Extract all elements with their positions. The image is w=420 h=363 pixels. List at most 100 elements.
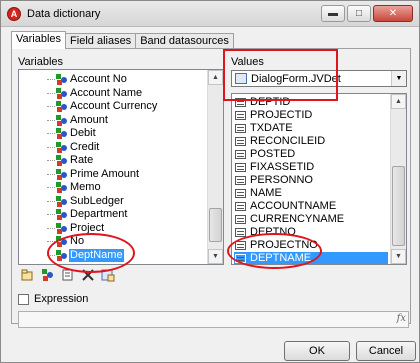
data-dictionary-window: A Data dictionary ▬ □ ✕ Variables Field … <box>0 0 420 363</box>
field-list-item[interactable]: FIXASSETID <box>234 161 388 174</box>
tree-connector <box>47 92 55 94</box>
field-list-item[interactable]: CURRENCYNAME <box>234 213 388 226</box>
variable-item[interactable]: Account Currency <box>19 100 205 113</box>
field-list-item[interactable]: PERSONNO <box>234 174 388 187</box>
tab-band-datasources[interactable]: Band datasources <box>135 33 234 49</box>
variable-item[interactable]: Department <box>19 208 205 221</box>
field-item-label: POSTED <box>250 148 296 160</box>
table-field-icon <box>235 111 246 120</box>
tree-connector <box>47 187 55 188</box>
field-list-item[interactable]: POSTED <box>234 148 388 161</box>
deptname-variable-highlight <box>47 233 135 273</box>
table-field-icon <box>235 202 246 211</box>
tree-connector <box>47 106 55 107</box>
variable-item[interactable]: Credit <box>19 141 205 154</box>
variable-item-label: Department <box>70 208 128 220</box>
tree-connector <box>47 160 55 161</box>
title-bar[interactable]: A Data dictionary ▬ □ ✕ <box>1 1 419 27</box>
field-list-item[interactable]: ACCOUNTNAME <box>234 200 388 213</box>
scroll-down-arrow-icon[interactable]: ▼ <box>208 249 223 264</box>
variable-icon <box>56 141 68 153</box>
variable-item[interactable]: Rate <box>19 154 205 167</box>
scroll-down-arrow-icon[interactable]: ▼ <box>391 249 406 264</box>
field-item-label: PROJECTID <box>250 109 313 121</box>
field-list-item[interactable]: TXDATE <box>234 122 388 135</box>
expression-checkbox[interactable] <box>18 294 29 305</box>
field-list-item[interactable]: NAME <box>234 187 388 200</box>
table-field-icon <box>235 215 246 224</box>
tree-connector <box>47 227 55 229</box>
field-item-label: RECONCILEID <box>250 135 326 147</box>
cancel-button[interactable]: Cancel <box>356 341 416 361</box>
table-field-icon <box>235 176 246 185</box>
variable-item[interactable]: Debit <box>19 127 205 140</box>
field-item-label: TXDATE <box>250 122 293 134</box>
table-field-icon <box>235 228 246 237</box>
scroll-up-arrow-icon[interactable]: ▲ <box>208 70 223 85</box>
table-field-icon <box>235 163 246 172</box>
variable-item[interactable]: Prime Amount <box>19 168 205 181</box>
variable-item-label: SubLedger <box>70 194 124 207</box>
table-field-icon <box>235 124 246 133</box>
variable-item[interactable]: Account Name <box>19 87 205 100</box>
variable-icon <box>56 182 68 193</box>
variable-item-label: Amount <box>70 113 108 126</box>
field-item-label: NAME <box>250 187 282 199</box>
variables-tree[interactable]: Account No Account Name Account Currency Am… <box>18 69 224 265</box>
maximize-button[interactable]: □ <box>347 5 371 22</box>
variables-label: Variables <box>18 56 64 68</box>
tab-variables[interactable]: Variables <box>11 31 67 49</box>
table-field-icon <box>235 150 246 159</box>
scroll-thumb[interactable] <box>209 208 222 242</box>
variables-scrollbar[interactable]: ▲ ▼ <box>207 70 223 264</box>
scroll-up-arrow-icon[interactable]: ▲ <box>391 94 406 109</box>
variable-icon <box>56 209 68 220</box>
variable-item-label: Memo <box>70 181 101 193</box>
values-scrollbar[interactable]: ▲ ▼ <box>390 94 406 264</box>
variable-icon <box>56 128 68 139</box>
fx-icon[interactable]: fx <box>397 313 406 324</box>
variable-item-label: Prime Amount <box>70 167 140 180</box>
table-field-icon <box>235 137 246 146</box>
chevron-down-icon[interactable]: ▼ <box>391 71 406 86</box>
tree-connector <box>47 173 55 175</box>
new-category-icon[interactable] <box>21 268 35 282</box>
variable-icon <box>56 114 68 126</box>
variable-icon <box>56 222 68 234</box>
expression-label: Expression <box>34 293 89 305</box>
app-icon: A <box>7 7 21 21</box>
variable-icon <box>56 155 68 166</box>
field-list-item[interactable]: PROJECTID <box>234 109 388 122</box>
window-title: Data dictionary <box>27 8 101 20</box>
tree-connector <box>47 200 55 202</box>
tree-connector <box>47 133 55 134</box>
deptname-field-highlight <box>227 233 322 269</box>
variable-item[interactable]: SubLedger <box>19 195 205 208</box>
expression-field[interactable]: fx <box>18 311 409 328</box>
field-item-label: FIXASSETID <box>250 161 315 173</box>
close-button[interactable]: ✕ <box>373 5 413 22</box>
tree-connector <box>47 119 55 121</box>
variable-item[interactable]: Account No <box>19 73 205 86</box>
field-list-item[interactable]: RECONCILEID <box>234 135 388 148</box>
minimize-button[interactable]: ▬ <box>321 5 345 22</box>
variable-icon <box>56 168 68 180</box>
variable-item-label: Credit <box>70 140 100 153</box>
variable-icon <box>56 195 68 207</box>
ok-button[interactable]: OK <box>284 341 350 361</box>
variable-item[interactable]: Memo <box>19 181 205 194</box>
tab-strip: Variables Field aliases Band datasources <box>11 31 234 49</box>
values-highlight-box <box>223 49 338 101</box>
scroll-thumb[interactable] <box>392 166 405 246</box>
tree-connector <box>47 146 55 148</box>
table-field-icon <box>235 189 246 198</box>
tree-connector <box>47 79 55 80</box>
variable-item[interactable]: Project <box>19 222 205 235</box>
variable-item[interactable]: Amount <box>19 114 205 127</box>
new-variable-icon[interactable] <box>41 268 55 282</box>
tab-field-aliases[interactable]: Field aliases <box>65 33 137 49</box>
variable-item-label: Rate <box>70 154 94 166</box>
variable-item-label: Account No <box>70 73 127 85</box>
tree-connector <box>47 214 55 215</box>
field-item-label: CURRENCYNAME <box>250 213 345 225</box>
